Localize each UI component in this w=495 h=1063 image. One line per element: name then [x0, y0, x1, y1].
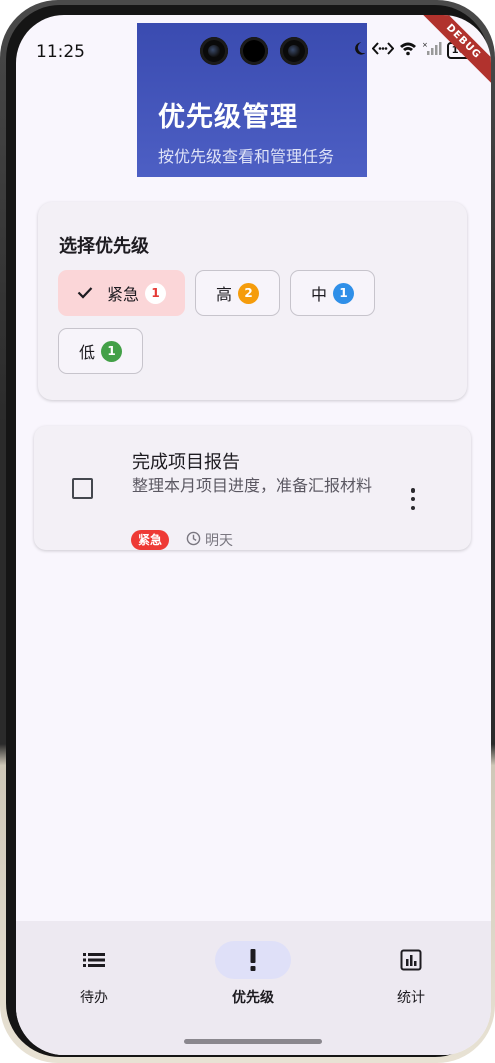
chip-count-badge: 2: [238, 282, 259, 304]
more-vert-icon[interactable]: [404, 486, 422, 512]
status-bar: 11:25 × DEBUG: [16, 15, 491, 91]
phone-frame: 11:25 × DEBUG 优先级管理 按优先级查看和管理任务 选择优先级 紧急…: [0, 0, 495, 1063]
bar-chart-icon: [373, 941, 449, 979]
wifi-icon: [399, 41, 417, 60]
chip-label: 高: [215, 285, 232, 304]
status-time: 11:25: [36, 42, 85, 62]
camera-cluster: [200, 37, 310, 67]
priority-filter-card: 选择优先级 紧急 1 高 2 中 1 低 1: [38, 202, 467, 400]
task-description: 整理本月项目进度，准备汇报材料: [132, 476, 373, 495]
nav-label: 统计: [397, 990, 425, 1006]
due-date: 明天: [186, 530, 233, 550]
bottom-navigation: 待办 优先级 统计: [16, 921, 491, 1055]
task-title: 完成项目报告: [132, 452, 240, 473]
cellular-signal-icon: ×: [422, 41, 442, 60]
priority-tag: 紧急: [131, 530, 170, 550]
chip-low[interactable]: 低 1: [58, 328, 143, 374]
clock-icon: [186, 531, 201, 550]
nav-label: 待办: [80, 990, 108, 1006]
phone-bezel: 11:25 × DEBUG 优先级管理 按优先级查看和管理任务 选择优先级 紧急…: [6, 5, 491, 1057]
task-card[interactable]: 完成项目报告 整理本月项目进度，准备汇报材料 紧急 明天: [34, 426, 471, 550]
data-transfer-icon: [371, 41, 395, 60]
page-subtitle: 按优先级查看和管理任务: [158, 147, 335, 166]
nav-label: 优先级: [232, 990, 274, 1006]
chip-label: 紧急: [106, 285, 139, 304]
chip-label: 低: [78, 343, 95, 362]
camera-lens-icon: [280, 37, 308, 65]
filter-title: 选择优先级: [59, 236, 149, 257]
app-screen: 11:25 × DEBUG 优先级管理 按优先级查看和管理任务 选择优先级 紧急…: [16, 15, 491, 1055]
priority-high-icon: [215, 941, 291, 979]
nav-item-stats[interactable]: 统计: [351, 941, 471, 1011]
chip-count-badge: 1: [145, 282, 166, 304]
moon-icon: [352, 41, 367, 60]
camera-lens-icon: [240, 37, 268, 65]
task-checkbox[interactable]: [72, 478, 93, 499]
home-indicator[interactable]: [184, 1039, 322, 1044]
chip-medium[interactable]: 中 1: [290, 270, 375, 316]
chip-count-badge: 1: [333, 282, 354, 304]
chip-count-badge: 1: [101, 340, 122, 362]
check-icon: [77, 284, 93, 303]
page-title: 优先级管理: [158, 102, 298, 133]
list-icon: [56, 941, 132, 979]
due-date-text: 明天: [205, 533, 233, 549]
chip-urgent[interactable]: 紧急 1: [58, 270, 185, 316]
chip-high[interactable]: 高 2: [195, 270, 280, 316]
nav-item-priority[interactable]: 优先级: [193, 941, 313, 1011]
chip-label: 中: [310, 285, 327, 304]
camera-lens-icon: [200, 37, 228, 65]
nav-item-todo[interactable]: 待办: [34, 941, 154, 1011]
svg-text:×: ×: [422, 41, 428, 49]
